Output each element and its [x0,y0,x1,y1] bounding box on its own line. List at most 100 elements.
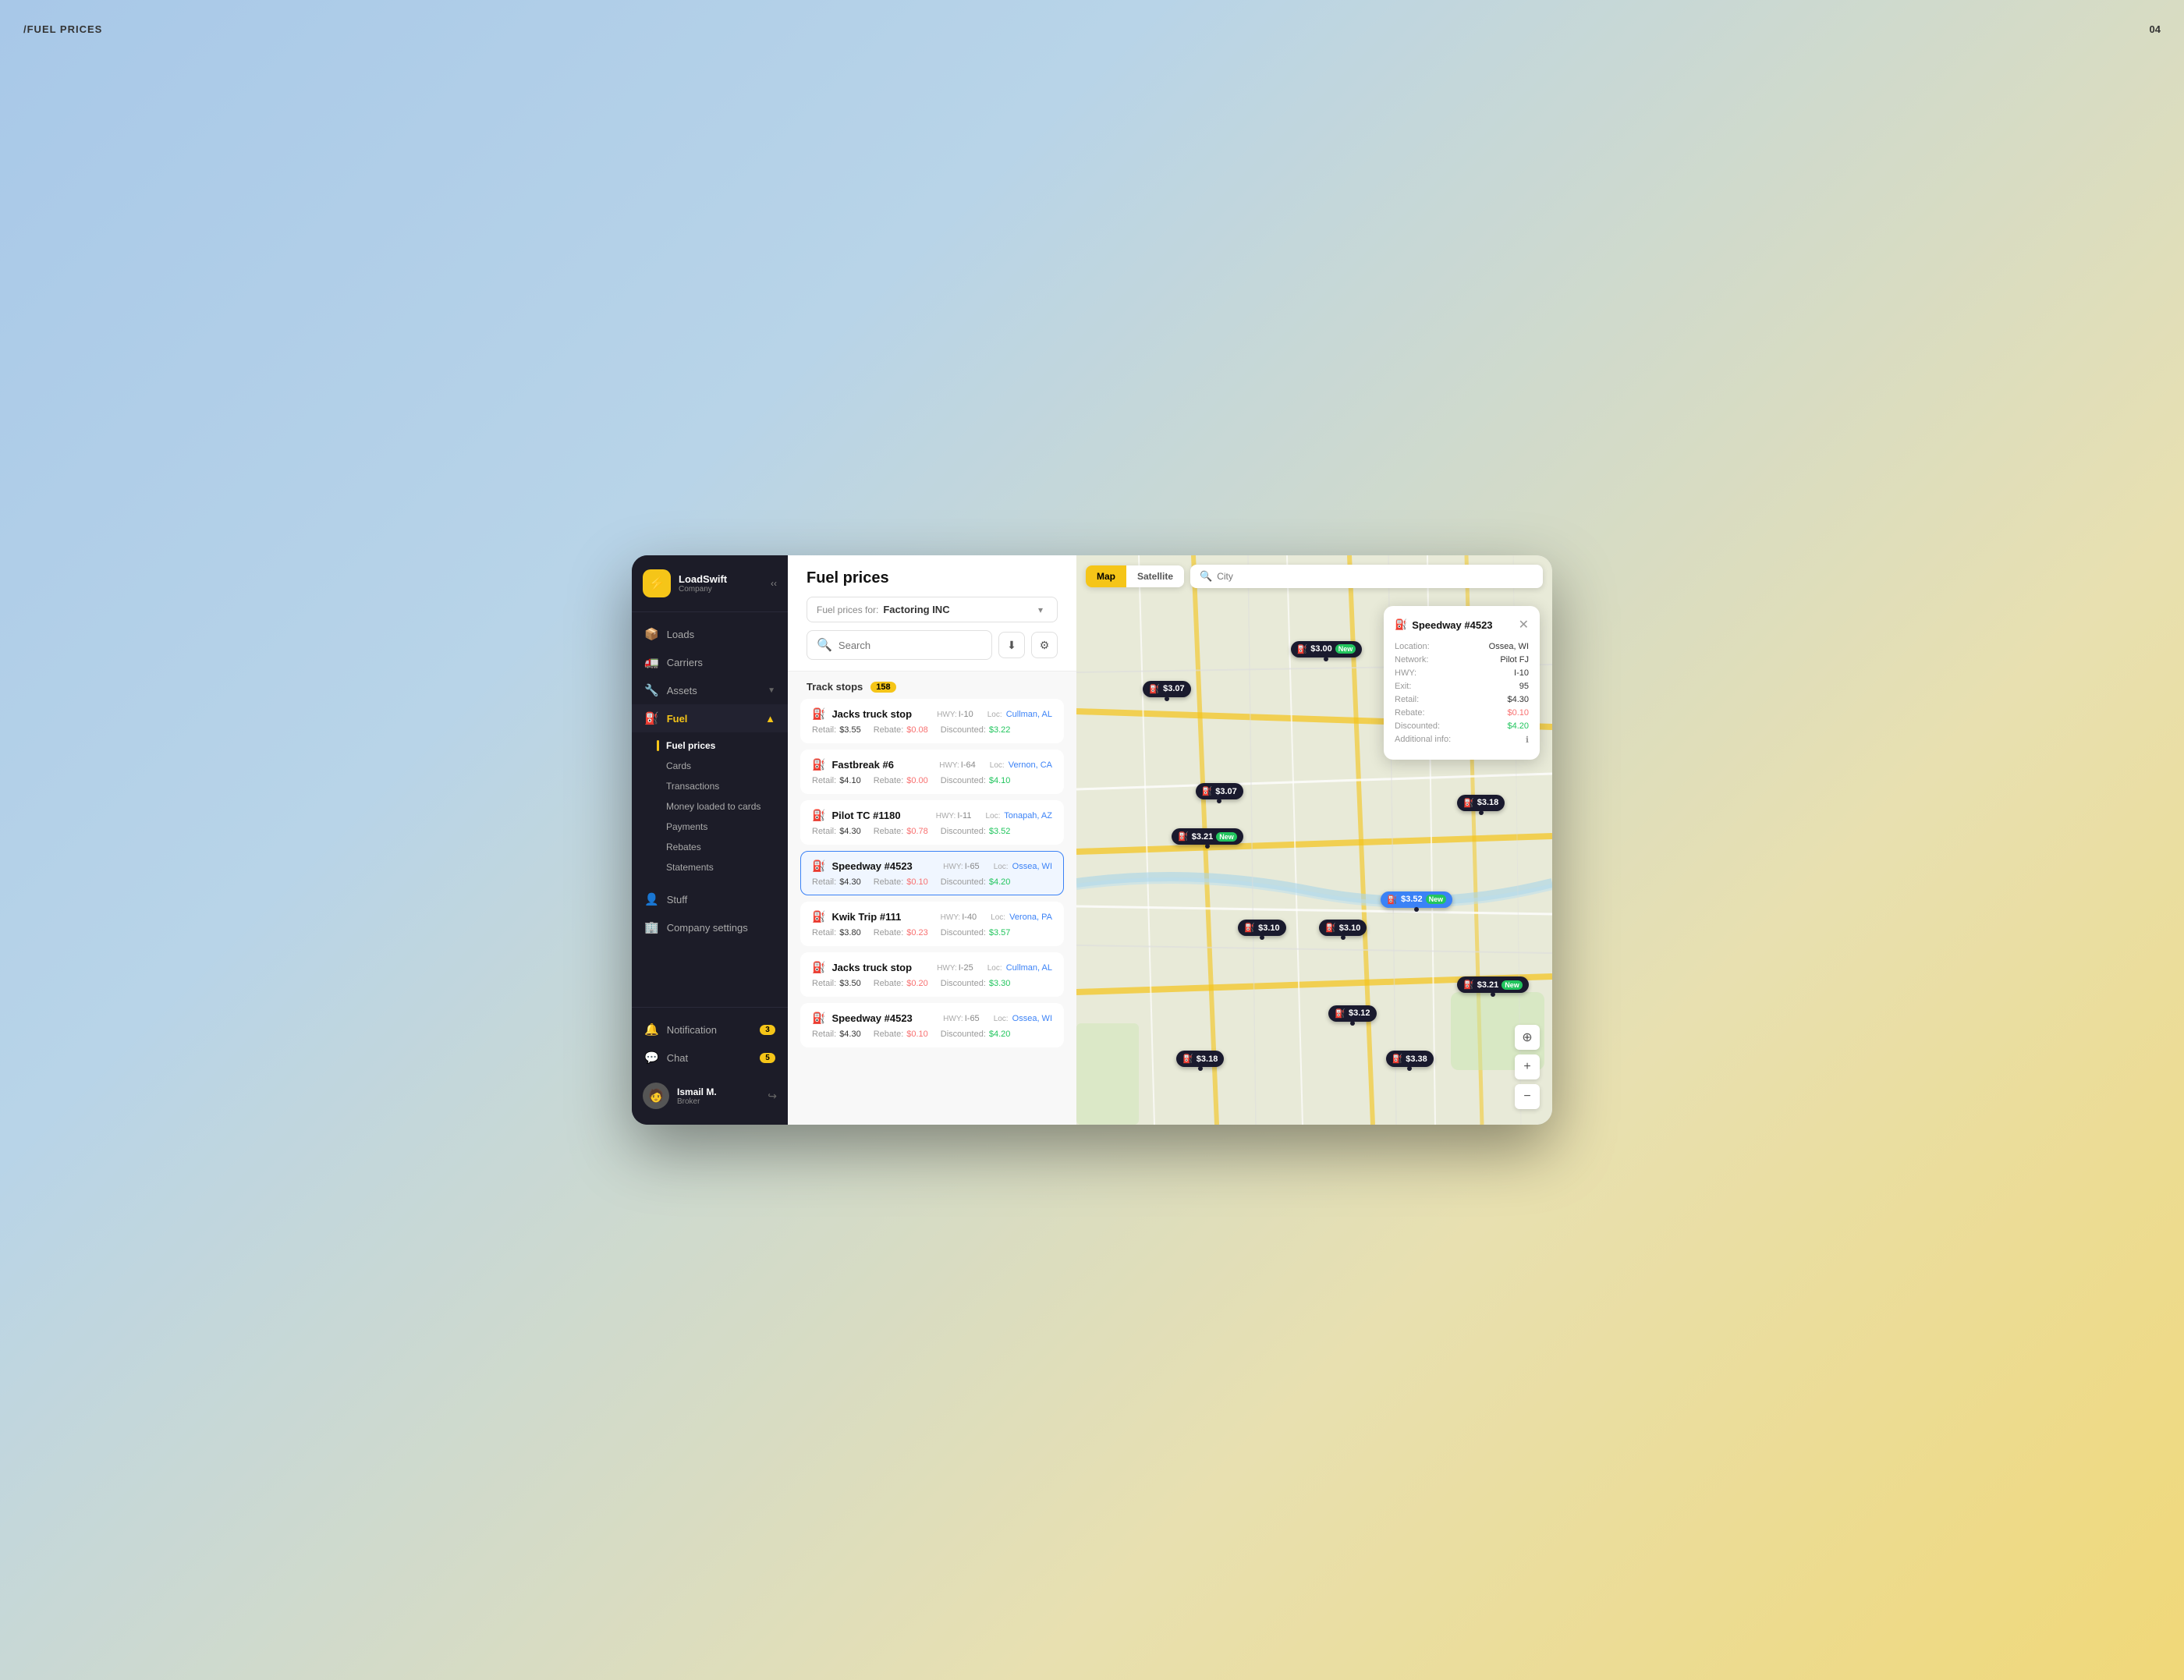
stop-loc: Loc: Verona, PA [991,913,1052,922]
stop-card[interactable]: ⛽ Fastbreak #6 HWY:I-64 Loc: Vernon, CA … [800,750,1064,794]
sidebar-item-company-settings[interactable]: 🏢 Company settings [632,913,788,941]
download-button[interactable]: ⬇ [998,632,1025,658]
sidebar-item-loads[interactable]: 📦 Loads [632,620,788,648]
sidebar-item-notification[interactable]: 🔔 Notification 3 [632,1015,788,1044]
sidebar-header: ⚡ LoadSwift Company ‹‹ [632,555,788,612]
stop-hwy: HWY:I-40 [941,913,977,922]
content-header: Fuel prices Fuel prices for: Factoring I… [788,555,1076,672]
assets-icon: 🔧 [644,683,659,697]
popup-title: ⛽ Speedway #4523 [1395,618,1493,631]
map-pin-p1[interactable]: ⛽$3.07 [1143,681,1190,697]
map-pin-p2[interactable]: ⛽$3.07 [1196,783,1243,799]
map-pin-p10[interactable]: ⛽$3.12 [1328,1005,1376,1022]
collapse-button[interactable]: ‹‹ [771,578,777,589]
popup-network-value: Pilot FJ [1500,655,1529,665]
sidebar-item-stuff[interactable]: 👤 Stuff [632,885,788,913]
sidebar-item-assets[interactable]: 🔧 Assets ▼ [632,676,788,704]
fuel-stop-icon: ⛽ [812,758,825,771]
user-name: Ismail M. [677,1086,760,1097]
stop-hwy: HWY:I-65 [943,862,980,871]
logo-name: LoadSwift [679,573,727,585]
zoom-out-button[interactable]: − [1515,1084,1540,1109]
popup-location-label: Location: [1395,642,1430,651]
popup-info-icon[interactable]: ℹ [1526,735,1529,745]
filter-select[interactable]: Fuel prices for: Factoring INC ▾ [807,597,1058,622]
stop-card-selected[interactable]: ⛽ Speedway #4523 HWY:I-65 Loc: Ossea, WI… [800,851,1064,895]
stop-loc: Loc: Cullman, AL [987,710,1052,719]
page-label-right: 04 [2150,23,2161,35]
location-button[interactable]: ⊕ [1515,1025,1540,1050]
sidebar-item-carriers[interactable]: 🚛 Carriers [632,648,788,676]
stop-hwy: HWY:I-25 [937,963,973,973]
map-pin-p4[interactable]: ⛽$3.00New [1291,641,1363,657]
map-pin-p9[interactable]: ⛽$3.21New [1457,976,1529,993]
map-pin-p6-highlighted[interactable]: ⛽$3.52New [1381,891,1452,908]
map-city-input[interactable] [1217,571,1533,582]
sidebar: ⚡ LoadSwift Company ‹‹ 📦 Loads 🚛 Carrier… [632,555,788,1125]
popup-discounted-value: $4.20 [1507,721,1529,731]
search-input[interactable] [838,640,982,651]
fuel-section: ⛽ Fuel ▲ Fuel prices Cards Transactions … [632,704,788,881]
sidebar-item-payments[interactable]: Payments [632,817,788,837]
popup-close-button[interactable]: ✕ [1519,617,1529,633]
popup-retail-label: Retail: [1395,695,1419,704]
logout-icon[interactable]: ↪ [768,1090,777,1103]
track-stops-count: 158 [870,682,895,693]
stop-card[interactable]: ⛽ Jacks truck stop HWY:I-10 Loc: Cullman… [800,699,1064,743]
stop-name: Pilot TC #1180 [831,810,929,821]
popup-exit-label: Exit: [1395,682,1411,691]
popup-fuel-icon: ⛽ [1395,618,1407,631]
map-pin-p3[interactable]: ⛽$3.21New [1172,828,1243,845]
map-toggle-satellite[interactable]: Satellite [1126,565,1184,587]
stop-card[interactable]: ⛽ Kwik Trip #111 HWY:I-40 Loc: Verona, P… [800,902,1064,946]
stop-hwy: HWY:I-65 [943,1014,980,1023]
map-panel: Map Satellite 🔍 [1076,555,1552,1125]
page-title: Fuel prices [807,569,1058,587]
assets-arrow-icon: ▼ [768,686,775,695]
popup-retail-value: $4.30 [1507,695,1529,704]
user-role: Broker [677,1097,760,1106]
search-icon: 🔍 [817,637,832,653]
stop-name: Jacks truck stop [831,708,931,720]
map-controls: ⊕ + − [1515,1025,1540,1109]
popup-additional-label: Additional info: [1395,735,1451,745]
stop-hwy: HWY:I-10 [937,710,973,719]
stop-loc: Loc: Vernon, CA [990,760,1052,770]
track-stops-header: Track stops 158 [788,672,1076,699]
sidebar-item-money-loaded[interactable]: Money loaded to cards [632,796,788,817]
sidebar-item-transactions[interactable]: Transactions [632,776,788,796]
fuel-stop-icon: ⛽ [812,1012,825,1025]
sidebar-item-chat[interactable]: 💬 Chat 5 [632,1044,788,1072]
notification-label: Notification [667,1024,717,1036]
stop-card[interactable]: ⛽ Speedway #4523 HWY:I-65 Loc: Ossea, WI… [800,1003,1064,1047]
zoom-in-button[interactable]: + [1515,1054,1540,1079]
map-pin-p12[interactable]: ⛽$3.38 [1386,1051,1434,1067]
popup-rebate-label: Rebate: [1395,708,1425,718]
stop-card[interactable]: ⛽ Pilot TC #1180 HWY:I-11 Loc: Tonapah, … [800,800,1064,845]
stop-hwy: HWY:I-11 [936,811,972,821]
map-toggle-map[interactable]: Map [1086,565,1126,587]
stop-loc: Loc: Cullman, AL [987,963,1052,973]
map-pin-p11[interactable]: ⛽$3.18 [1176,1051,1224,1067]
stop-name: Speedway #4523 [831,860,937,872]
avatar: 🧑 [643,1083,669,1109]
map-pin-p8[interactable]: ⛽$3.10 [1319,920,1367,936]
sidebar-item-fuel[interactable]: ⛽ Fuel ▲ [632,704,788,732]
fuel-stop-icon: ⛽ [812,809,825,822]
popup-location-value: Ossea, WI [1489,642,1529,651]
page-label-left: /FUEL PRICES [23,23,102,35]
sidebar-item-rebates[interactable]: Rebates [632,837,788,857]
map-pin-p7[interactable]: ⛽$3.10 [1238,920,1285,936]
app-container: ⚡ LoadSwift Company ‹‹ 📦 Loads 🚛 Carrier… [632,555,1552,1125]
stop-card[interactable]: ⛽ Jacks truck stop HWY:I-25 Loc: Cullman… [800,952,1064,997]
sidebar-item-cards[interactable]: Cards [632,756,788,776]
popup-network-label: Network: [1395,655,1428,665]
map-pin-p5[interactable]: ⛽$3.18 [1457,795,1505,811]
filter-button[interactable]: ⚙ [1031,632,1058,658]
logo-sub: Company [679,585,727,594]
fuel-submenu: Fuel prices Cards Transactions Money loa… [632,732,788,881]
stuff-label: Stuff [667,894,688,906]
sidebar-item-statements[interactable]: Statements [632,857,788,877]
sidebar-item-fuel-prices[interactable]: Fuel prices [632,735,788,756]
logo-text: LoadSwift Company [679,573,727,594]
